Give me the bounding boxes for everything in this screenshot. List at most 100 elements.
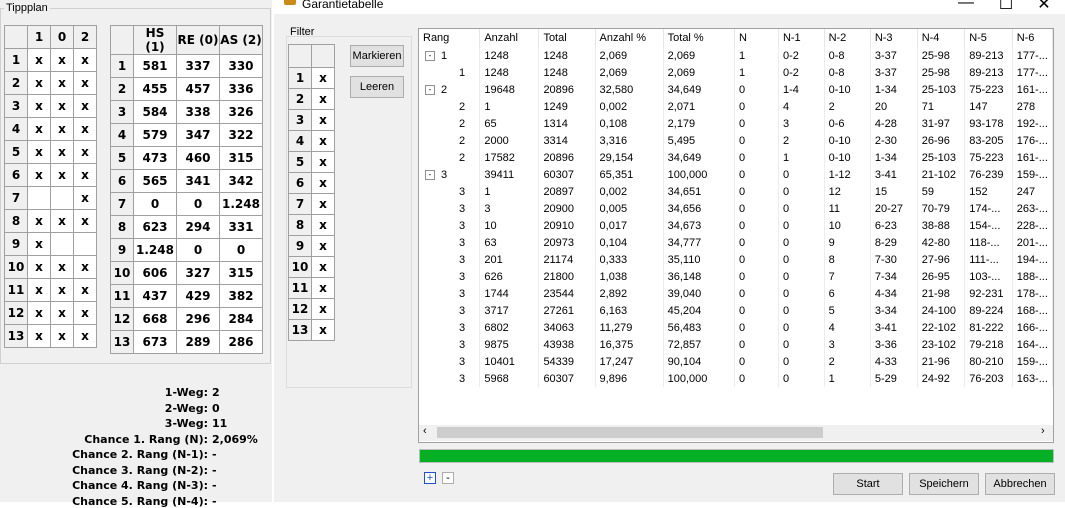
table-cell: 15 [870, 183, 918, 200]
tree-child-row[interactable]: 3 10401 54339 17,247 90,104 0 0 2 4-33 21-96 80-21… [419, 353, 1053, 370]
score-value-cell: 429 [176, 284, 220, 308]
scroll-right-icon[interactable]: › [1041, 425, 1045, 437]
tree-child-row[interactable]: 3 5968 60307 9,896 100,000 0 0 1 5-29 24-92 76-203… [419, 370, 1053, 387]
filter-row[interactable]: 1x [288, 67, 335, 89]
guarantee-table[interactable]: Rang Anzahl Total Anzahl % Total % N N-1 N-2 N-3… [418, 28, 1054, 443]
table-cell: 0-10 [824, 132, 871, 149]
expand-all-button[interactable]: + [424, 472, 436, 484]
tipp-header-cell: 2 [73, 25, 97, 49]
filter-row[interactable]: 8x [288, 214, 335, 236]
rang-cell: -2 [419, 81, 481, 98]
column-header[interactable]: N-3 [870, 29, 918, 47]
stat-value: 0 [212, 401, 220, 415]
column-header[interactable]: N [734, 29, 779, 47]
table-cell: 3-37 [870, 64, 918, 81]
table-cell: 25-98 [917, 64, 966, 81]
filter-row[interactable]: 5x [288, 151, 335, 173]
table-cell: 34063 [538, 319, 596, 336]
table-cell: 60307 [538, 370, 596, 387]
filter-row[interactable]: 6x [288, 172, 335, 194]
column-header[interactable]: N-6 [1012, 29, 1053, 47]
table-cell: 0 [734, 81, 779, 98]
tree-child-row[interactable]: 3 1744 23544 2,892 39,040 0 0 6 4-34 21-98 92-231 1… [419, 285, 1053, 302]
filter-row[interactable]: 4x [288, 130, 335, 152]
filter-mark-cell: x [311, 193, 335, 215]
filter-row[interactable]: 11 x [288, 277, 335, 299]
score-row: 11 437 429 382 [110, 284, 263, 308]
tipp-mark-cell: x [73, 117, 97, 141]
filter-grid[interactable]: 1 x 2 x 3 x 4 x 5 x 6 x 7 x 8 x 9 x 10 x 11 x 12 x 13 x [288, 44, 335, 341]
tipp-mark-cell: x [73, 71, 97, 95]
start-button[interactable]: Start [833, 473, 903, 495]
table-cell: 38-88 [917, 217, 966, 234]
column-header[interactable]: Total % [663, 29, 736, 47]
score-value-cell: 315 [219, 146, 263, 170]
tipp-row-number: 6 [4, 163, 28, 187]
minimize-icon[interactable]: — [946, 0, 986, 12]
collapse-node-icon[interactable]: - [425, 50, 435, 61]
column-header[interactable]: N-1 [778, 29, 825, 47]
column-header[interactable]: N-5 [964, 29, 1013, 47]
table-cell: 34,649 [663, 81, 736, 98]
collapse-node-icon[interactable]: - [425, 169, 435, 180]
tree-child-row[interactable]: 3 63 20973 0,104 34,777 0 0 9 8-29 42-80 118-... 20… [419, 234, 1053, 251]
tree-group-row[interactable]: -3 39411 60307 65,351 100,000 0 0 1-12 3-41 21-10… [419, 166, 1053, 183]
score-value-cell: 0 [133, 192, 177, 216]
score-value-cell: 581 [133, 54, 177, 78]
score-value-cell: 296 [176, 307, 220, 331]
tipp-mark-cell: x [73, 186, 97, 210]
filter-row[interactable]: 10 x [288, 256, 335, 278]
column-header[interactable]: Rang [419, 29, 481, 47]
tree-child-row[interactable]: 3 3 20900 0,005 34,656 0 0 11 20-27 70-79 174-... 2… [419, 200, 1053, 217]
collapse-all-button[interactable]: - [442, 472, 454, 484]
scroll-left-icon[interactable]: ‹ [423, 425, 427, 437]
scrollbar-thumb[interactable] [437, 427, 823, 438]
tipp-mark-cell: x [50, 301, 74, 325]
filter-row[interactable]: 12 x [288, 298, 335, 320]
score-row-number: 3 [110, 100, 134, 124]
tree-child-row[interactable]: 3 9875 43938 16,375 72,857 0 0 3 3-36 23-102 79-21… [419, 336, 1053, 353]
tipp-row: 11 x x x [4, 278, 97, 302]
tree-child-row[interactable]: 3 10 20910 0,017 34,673 0 0 10 6-23 38-88 154-... 2… [419, 217, 1053, 234]
table-cell: 17,247 [595, 353, 664, 370]
filter-row[interactable]: 2x [288, 88, 335, 110]
save-button[interactable]: Speichern [909, 473, 979, 495]
score-row: 2 455 457 336 [110, 77, 263, 101]
tree-child-row[interactable]: 3 3717 27261 6,163 45,204 0 0 5 3-34 24-100 89-224… [419, 302, 1053, 319]
tree-child-row[interactable]: 3 1 20897 0,002 34,651 0 0 12 15 59 152 247 [419, 183, 1053, 200]
tree-group-row[interactable]: -1 1248 1248 2,069 2,069 1 0-2 0-8 3-37 25-98 89-2… [419, 47, 1053, 64]
column-header[interactable]: N-2 [824, 29, 871, 47]
table-cell: 164-... [1012, 336, 1053, 353]
tree-child-row[interactable]: 3 626 21800 1,038 36,148 0 0 7 7-34 26-95 103-... 1… [419, 268, 1053, 285]
filter-row[interactable]: 9x [288, 235, 335, 257]
leeren-button[interactable]: Leeren [350, 76, 404, 98]
filter-row[interactable]: 13 x [288, 319, 335, 341]
tree-child-row[interactable]: 3 6802 34063 11,279 56,483 0 0 4 3-41 22-102 81-22… [419, 319, 1053, 336]
table-cell: 21800 [538, 268, 596, 285]
cancel-button[interactable]: Abbrechen [985, 473, 1055, 495]
collapse-node-icon[interactable]: - [425, 84, 435, 95]
tree-child-row[interactable]: 2 17582 20896 29,154 34,649 0 1 0-10 1-34 25-103 7… [419, 149, 1053, 166]
column-header[interactable]: N-4 [917, 29, 966, 47]
table-cell: 24-100 [917, 302, 966, 319]
maximize-icon[interactable]: ☐ [986, 0, 1026, 14]
filter-row[interactable]: 7x [288, 193, 335, 215]
horizontal-scrollbar[interactable]: ‹ › [419, 425, 1053, 441]
filter-row[interactable]: 3x [288, 109, 335, 131]
table-cell: 8-29 [870, 234, 918, 251]
tree-child-row[interactable]: 2 2000 3314 3,316 5,495 0 2 0-10 2-30 26-96 83-205… [419, 132, 1053, 149]
table-cell: 1-34 [870, 149, 918, 166]
table-cell: 0 [778, 285, 825, 302]
column-header[interactable]: Anzahl [479, 29, 540, 47]
tree-child-row[interactable]: 1 1248 1248 2,069 2,069 1 0-2 0-8 3-37 25-98 89-21… [419, 64, 1053, 81]
table-cell: 0-10 [824, 81, 871, 98]
tree-child-row[interactable]: 3 201 21174 0,333 35,110 0 0 8 7-30 27-96 111-... 1… [419, 251, 1053, 268]
tree-child-row[interactable]: 2 65 1314 0,108 2,179 0 3 0-6 4-28 31-97 93-178 192… [419, 115, 1053, 132]
column-header[interactable]: Total [538, 29, 596, 47]
markieren-button[interactable]: Markieren [350, 45, 404, 67]
close-icon[interactable]: ✕ [1024, 0, 1064, 14]
tree-group-row[interactable]: -2 19648 20896 32,580 34,649 0 1-4 0-10 1-34 25-1… [419, 81, 1053, 98]
column-header[interactable]: Anzahl % [595, 29, 664, 47]
tree-child-row[interactable]: 2 1 1249 0,002 2,071 0 4 2 20 71 147 278 [419, 98, 1053, 115]
tipp-mark-cell: x [73, 163, 97, 187]
